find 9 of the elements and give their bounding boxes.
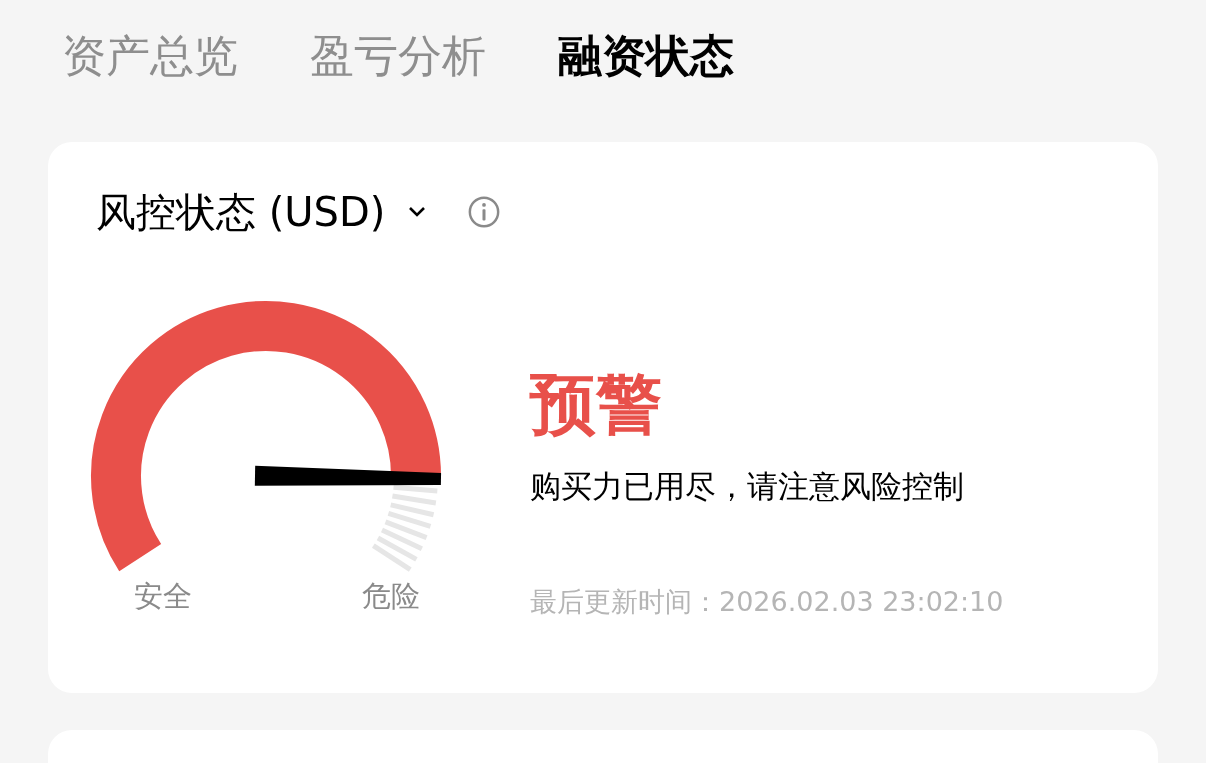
tab[interactable]: 融资状态 [558,30,734,82]
caret-icon [407,206,428,218]
update-time: 最后更新时间：2026.02.03 23:02:10 [530,584,1004,619]
currency-dropdown[interactable]: 风控状态 (USD) [96,188,428,236]
status-message: 购买力已用尽，请注意风险控制 [530,466,965,506]
gauge-low-label: 安全 [134,578,192,615]
status-label: 预警 [530,369,663,442]
info-icon[interactable] [467,195,502,229]
gauge-high-label: 危险 [362,578,420,615]
